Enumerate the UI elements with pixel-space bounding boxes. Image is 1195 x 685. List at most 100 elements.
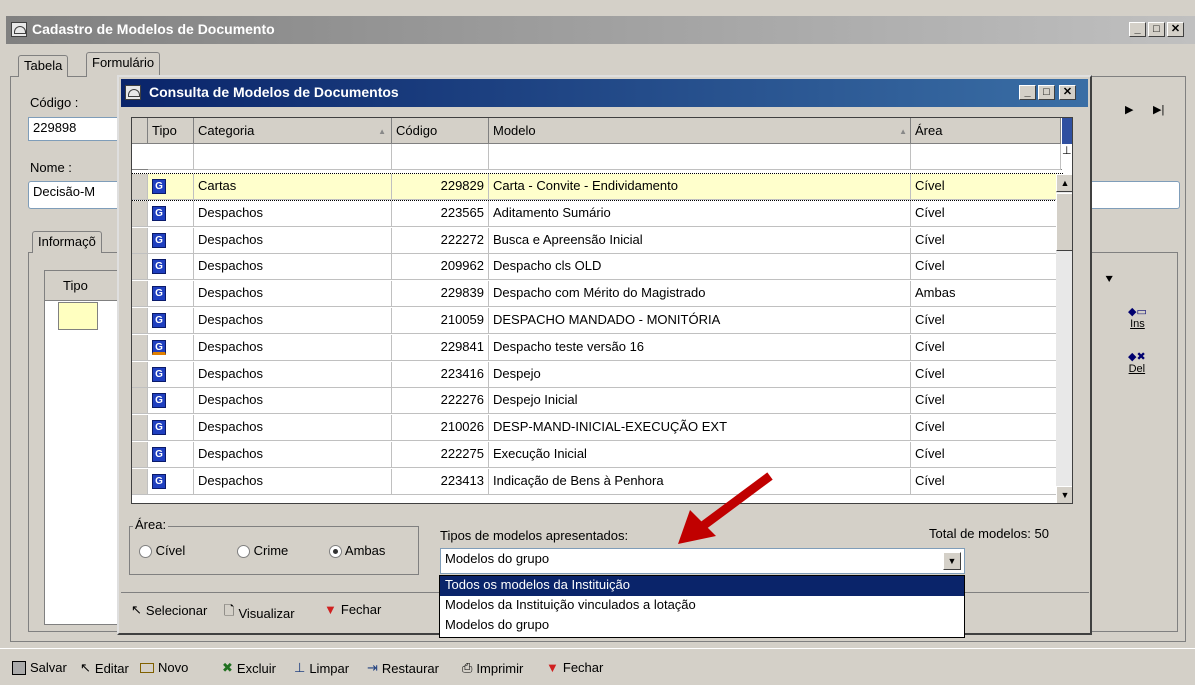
- filter-area[interactable]: [911, 144, 1061, 170]
- cell-tipo: G: [148, 468, 194, 495]
- table-row[interactable]: G Despachos 209962 Despacho cls OLD Cível: [132, 254, 1062, 281]
- row-indicator[interactable]: [132, 281, 148, 308]
- table-row[interactable]: G Despachos 229839 Despacho com Mérito do M…: [132, 281, 1062, 308]
- header-categoria[interactable]: Categoria ▲: [194, 118, 392, 144]
- table-row[interactable]: G Despachos 222275 Execução Inicial Cível: [132, 442, 1062, 468]
- row-indicator[interactable]: [132, 200, 148, 227]
- radio-civel[interactable]: Cível: [139, 543, 185, 559]
- limpar-button[interactable]: ⊥ Limpar: [294, 660, 349, 676]
- table-row[interactable]: G Despachos 222272 Busca e Apreensão Inicia…: [132, 227, 1062, 254]
- document-type-icon: G: [152, 313, 166, 328]
- row-indicator[interactable]: [132, 308, 148, 334]
- cell-tipo: G: [148, 361, 194, 388]
- row-indicator[interactable]: [132, 361, 148, 388]
- inner-grid-row[interactable]: [58, 302, 98, 330]
- cell-categoria: Despachos: [194, 227, 392, 254]
- cell-tipo: G: [148, 308, 194, 334]
- inner-grid-header: Tipo: [45, 271, 118, 301]
- grid-corner: [132, 118, 148, 144]
- ins-button[interactable]: ◆▭ Ins: [1128, 305, 1147, 330]
- header-area[interactable]: Área: [911, 118, 1061, 144]
- table-row[interactable]: G Cartas 229829 Carta - Convite - Endividam…: [132, 173, 1063, 201]
- filter-categoria[interactable]: [194, 144, 392, 170]
- dialog-fechar-button[interactable]: ▼ Fechar: [324, 602, 381, 617]
- codigo-label: Código :: [30, 95, 79, 110]
- table-row[interactable]: G Despachos 210059 DESPACHO MANDADO - MONIT…: [132, 308, 1062, 334]
- filter-icon[interactable]: ⯆: [1104, 272, 1114, 288]
- tab-informacoes[interactable]: Informaçõ: [32, 231, 102, 253]
- tipos-select[interactable]: Modelos do grupo ▼: [440, 548, 965, 574]
- clear-filter-icon[interactable]: ⊥: [1062, 144, 1072, 170]
- grid-scrollbar[interactable]: ▲ ▼: [1056, 174, 1072, 503]
- filter-modelo[interactable]: [489, 144, 911, 170]
- table-row[interactable]: G Despachos 223413 Indicação de Bens à Penh…: [132, 468, 1062, 495]
- table-row[interactable]: G Despachos 223565 Aditamento Sumário Cível: [132, 200, 1062, 227]
- row-indicator[interactable]: [132, 388, 148, 415]
- radio-crime[interactable]: Crime: [237, 543, 288, 559]
- table-row[interactable]: G Despachos 222276 Despejo Inicial Cível: [132, 388, 1062, 415]
- filter-tipo[interactable]: [148, 144, 194, 170]
- dialog-titlebar: Consulta de Modelos de Documentos _ □ ✕: [121, 79, 1088, 107]
- visualizar-button[interactable]: 🗋 Visualizar: [224, 602, 295, 624]
- printer-icon: ⎙: [462, 660, 473, 675]
- tab-formulario[interactable]: Formulário: [86, 52, 161, 77]
- novo-button[interactable]: Novo: [140, 660, 188, 675]
- chevron-down-icon[interactable]: ▼: [943, 552, 961, 570]
- restaurar-button[interactable]: ⇥ Restaurar: [367, 660, 439, 676]
- close-button[interactable]: ✕: [1167, 22, 1184, 37]
- header-modelo[interactable]: Modelo ▲: [489, 118, 911, 144]
- selecionar-button[interactable]: ↖ Selecionar: [131, 602, 207, 618]
- next-record-icon[interactable]: ▶: [1125, 103, 1133, 116]
- tab-tabela[interactable]: Tabela: [18, 55, 69, 77]
- scroll-down-button[interactable]: ▼: [1056, 486, 1072, 503]
- dropdown-option-todos[interactable]: Todos os modelos da Instituição: [440, 576, 964, 596]
- table-row[interactable]: G Despachos 210026 DESP-MAND-INICIAL-EXECUÇ…: [132, 415, 1062, 442]
- cell-area: Cível: [911, 334, 1061, 361]
- cell-tipo: G: [148, 174, 194, 200]
- filter-codigo[interactable]: [392, 144, 489, 170]
- new-icon: [140, 662, 154, 673]
- cell-categoria: Despachos: [194, 281, 392, 308]
- header-codigo[interactable]: Código: [392, 118, 489, 144]
- row-indicator[interactable]: [132, 415, 148, 442]
- scroll-thumb[interactable]: [1056, 193, 1072, 251]
- grid-filter-icon[interactable]: [1062, 118, 1072, 144]
- row-indicator[interactable]: [132, 254, 148, 281]
- insert-icon: ◆▭: [1128, 306, 1147, 318]
- cell-tipo: G: [148, 442, 194, 468]
- fechar-button[interactable]: ▼ Fechar: [546, 660, 603, 675]
- cell-modelo: Aditamento Sumário: [489, 200, 911, 227]
- radio-crime-circle: [237, 545, 250, 559]
- table-row[interactable]: G Despachos 223416 Despejo Cível: [132, 361, 1062, 388]
- radio-ambas[interactable]: Ambas: [329, 543, 385, 559]
- dropdown-option-lotacao[interactable]: Modelos da Instituição vinculados a lota…: [440, 596, 964, 616]
- dialog-maximize-button[interactable]: □: [1038, 85, 1055, 100]
- area-group-label: Área:: [133, 517, 169, 532]
- minimize-button[interactable]: _: [1129, 22, 1146, 37]
- cell-modelo: Carta - Convite - Endividamento: [489, 174, 911, 200]
- dialog-minimize-button[interactable]: _: [1019, 85, 1036, 100]
- row-indicator[interactable]: [132, 442, 148, 468]
- last-record-icon[interactable]: ▶|: [1153, 103, 1164, 116]
- cell-codigo: 223413: [392, 468, 489, 495]
- maximize-button[interactable]: □: [1148, 22, 1165, 37]
- editar-button[interactable]: ↖ Editar: [80, 660, 129, 676]
- excluir-button[interactable]: ✖ Excluir: [222, 660, 276, 676]
- codigo-field[interactable]: 229898: [28, 117, 123, 141]
- header-tipo[interactable]: Tipo: [148, 118, 194, 144]
- cell-tipo: G: [148, 415, 194, 442]
- row-indicator[interactable]: [132, 174, 148, 200]
- table-row[interactable]: G Despachos 229841 Despacho teste versão 16…: [132, 334, 1062, 361]
- imprimir-button[interactable]: ⎙ Imprimir: [462, 660, 523, 676]
- cell-area: Cível: [911, 174, 1061, 200]
- salvar-button[interactable]: Salvar: [12, 660, 67, 675]
- row-indicator[interactable]: [132, 227, 148, 254]
- row-indicator[interactable]: [132, 468, 148, 495]
- dialog-close-button[interactable]: ✕: [1059, 85, 1076, 100]
- del-button[interactable]: ◆✖ Del: [1128, 350, 1146, 375]
- cell-modelo: DESPACHO MANDADO - MONITÓRIA: [489, 308, 911, 334]
- row-indicator[interactable]: [132, 334, 148, 361]
- dialog-app-icon: [125, 85, 141, 100]
- dropdown-option-grupo[interactable]: Modelos do grupo: [440, 616, 964, 636]
- scroll-up-button[interactable]: ▲: [1056, 174, 1072, 192]
